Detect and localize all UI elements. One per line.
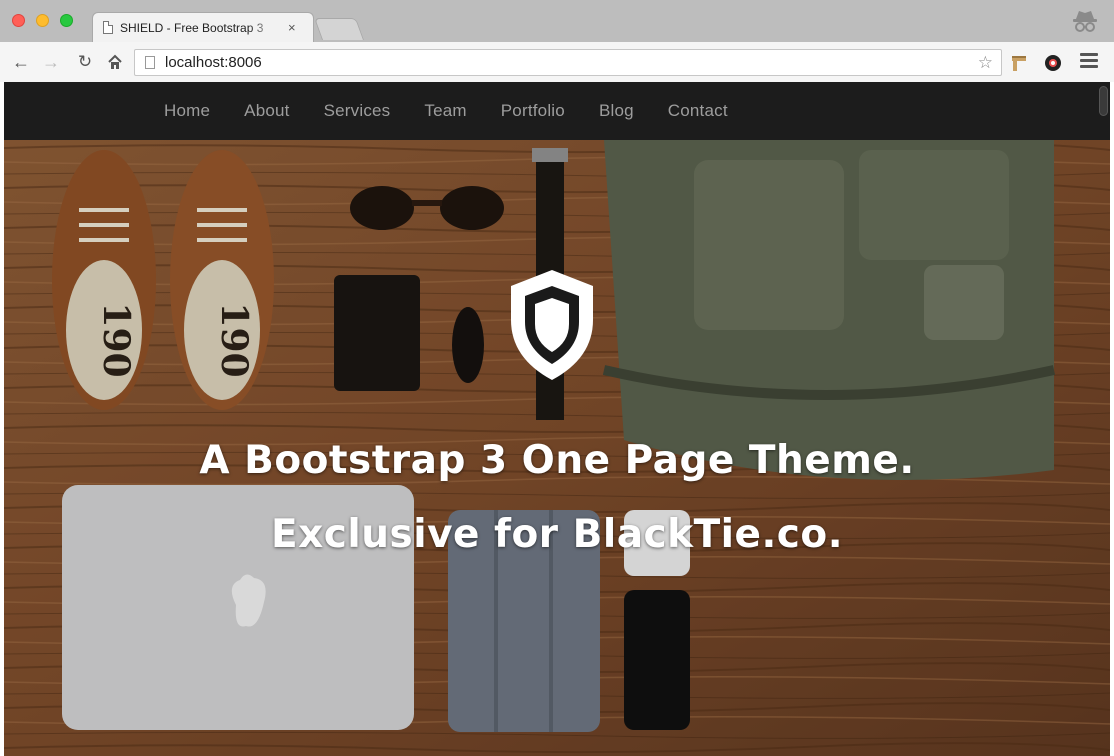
minimize-window-button[interactable] <box>36 14 49 27</box>
shield-icon <box>511 270 593 380</box>
tab-close-icon[interactable]: × <box>288 20 296 35</box>
extension-icon[interactable] <box>1008 52 1030 74</box>
bookmark-star-icon[interactable]: ☆ <box>978 53 993 73</box>
browser-tab-active[interactable]: SHIELD - Free Bootstrap 3 × <box>92 12 314 42</box>
hero-headline: A Bootstrap 3 One Page Theme. <box>199 438 915 483</box>
hero-section: 190 190 A Bootstrap 3 One Page Theme. Ex… <box>4 140 1110 756</box>
tab-strip: SHIELD - Free Bootstrap 3 × <box>0 0 1114 42</box>
home-icon[interactable] <box>104 54 126 70</box>
nav-link-about[interactable]: About <box>244 101 289 120</box>
tab-title: SHIELD - Free Bootstrap 3 <box>120 20 264 35</box>
settings-extension-icon[interactable] <box>1042 52 1064 74</box>
new-tab-button[interactable] <box>313 18 365 40</box>
nav-link-team[interactable]: Team <box>424 101 466 120</box>
nav-link-home[interactable]: Home <box>164 101 210 120</box>
browser-chrome: SHIELD - Free Bootstrap 3 × ← → ↻ ☆ <box>0 0 1114 82</box>
browser-menu-icon[interactable] <box>1080 53 1098 71</box>
address-bar[interactable]: ☆ <box>134 49 1002 76</box>
nav-link-contact[interactable]: Contact <box>668 101 728 120</box>
page-viewport: Home About Services Team Portfolio Blog … <box>4 82 1110 756</box>
site-navbar: Home About Services Team Portfolio Blog … <box>4 82 1110 140</box>
nav-menu: Home About Services Team Portfolio Blog … <box>164 82 762 140</box>
url-input[interactable] <box>165 54 1001 71</box>
nav-link-portfolio[interactable]: Portfolio <box>501 101 565 120</box>
maximize-window-button[interactable] <box>60 14 73 27</box>
browser-toolbar: ← → ↻ ☆ <box>0 42 1114 82</box>
page-icon <box>103 21 113 34</box>
forward-arrow-icon[interactable]: → <box>40 50 62 74</box>
page-info-icon[interactable] <box>145 56 155 69</box>
incognito-icon <box>1073 11 1097 32</box>
nav-link-blog[interactable]: Blog <box>599 101 634 120</box>
hero-subheadline: Exclusive for BlackTie.co. <box>270 512 844 557</box>
close-window-button[interactable] <box>12 14 25 27</box>
back-arrow-icon[interactable]: ← <box>10 50 32 74</box>
reload-icon[interactable]: ↻ <box>74 50 96 74</box>
nav-link-services[interactable]: Services <box>324 101 391 120</box>
scrollbar-thumb[interactable] <box>1099 86 1108 116</box>
